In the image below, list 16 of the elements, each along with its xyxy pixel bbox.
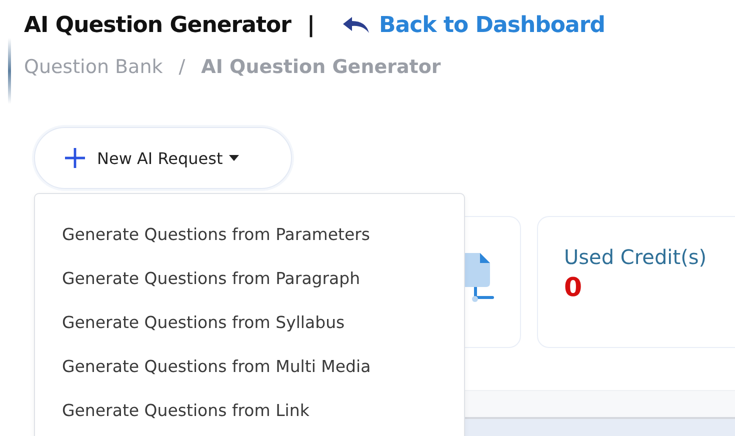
menu-item[interactable]: Generate Questions from Paragraph bbox=[35, 256, 464, 300]
menu-item[interactable]: Generate Questions from Link bbox=[35, 388, 464, 432]
sidebar-edge bbox=[8, 38, 11, 104]
plus-icon bbox=[63, 146, 87, 170]
menu-item[interactable]: Generate Questions from Parameters bbox=[35, 212, 464, 256]
title-separator: | bbox=[306, 12, 316, 38]
card-value: 0 bbox=[564, 273, 584, 303]
reply-arrow-icon bbox=[341, 15, 372, 35]
back-link[interactable]: Back to Dashboard bbox=[341, 12, 605, 38]
breadcrumb-separator: / bbox=[178, 56, 186, 78]
menu-item[interactable]: Generate Questions from Multi Media bbox=[35, 344, 464, 388]
card-label: Used Credit(s) bbox=[564, 245, 708, 269]
menu-item[interactable]: Generate Questions from Syllabus bbox=[35, 300, 464, 344]
page-title: AI Question Generator bbox=[24, 12, 291, 38]
caret-icon bbox=[228, 155, 239, 161]
new-request-button[interactable]: New AI Request bbox=[34, 127, 292, 189]
